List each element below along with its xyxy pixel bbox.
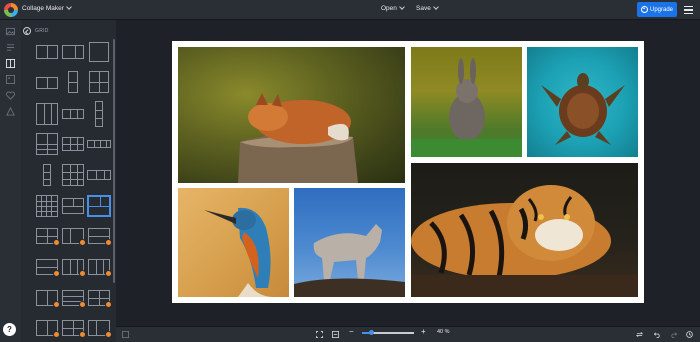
photo-wolf[interactable] — [294, 188, 405, 297]
grid-template[interactable] — [62, 137, 84, 151]
premium-lock-icon — [53, 331, 60, 338]
grid-template-premium[interactable] — [88, 290, 112, 308]
grid-template[interactable] — [36, 45, 58, 59]
actual-size-icon[interactable] — [332, 331, 339, 338]
grid-template[interactable] — [43, 164, 51, 186]
text-icon[interactable] — [6, 43, 15, 52]
grid-template-premium[interactable] — [88, 320, 112, 338]
zoom-out-button[interactable]: − — [349, 327, 354, 337]
premium-lock-icon — [105, 239, 112, 246]
grid-template[interactable] — [87, 140, 111, 148]
grid-template[interactable] — [68, 71, 78, 93]
grid-template[interactable] — [87, 170, 111, 180]
premium-lock-icon — [79, 301, 86, 308]
panel-title: GRID — [35, 28, 49, 34]
grid-template[interactable] — [95, 101, 103, 127]
grid-template[interactable] — [36, 103, 58, 125]
zoom-in-button[interactable]: + — [421, 327, 426, 337]
grid-template-premium[interactable] — [62, 290, 86, 308]
grid-template[interactable] — [62, 109, 84, 119]
grid-template-premium[interactable] — [62, 228, 86, 246]
photo-kingfisher[interactable] — [178, 188, 289, 297]
upgrade-button[interactable]: Upgrade — [637, 2, 677, 17]
premium-lock-icon — [79, 239, 86, 246]
premium-lock-icon — [105, 270, 112, 277]
grid-template-premium[interactable] — [36, 290, 60, 308]
premium-lock-icon — [105, 301, 112, 308]
grid-template-selected[interactable] — [88, 196, 110, 216]
photo-rabbit[interactable] — [411, 47, 522, 157]
chevron-down-icon — [432, 4, 439, 10]
help-button[interactable]: ? — [3, 323, 16, 336]
grid-template[interactable] — [89, 42, 109, 62]
grid-template-premium[interactable] — [62, 320, 86, 338]
history-icon[interactable] — [686, 331, 693, 338]
heart-icon[interactable] — [6, 91, 15, 100]
grid-template-premium[interactable] — [36, 259, 60, 277]
save-menu[interactable]: Save — [416, 4, 439, 12]
upgrade-label: Upgrade — [649, 6, 673, 13]
grid-template-premium[interactable] — [88, 228, 112, 246]
fit-screen-icon[interactable] — [316, 331, 323, 338]
grid-template[interactable] — [36, 77, 58, 89]
panel-scrollbar[interactable] — [113, 39, 115, 283]
undo-icon[interactable] — [654, 331, 661, 338]
icon-rail — [0, 20, 21, 342]
photo-tiger[interactable] — [411, 163, 638, 297]
redo-icon[interactable] — [670, 331, 677, 338]
app-title: Collage Maker — [22, 5, 64, 12]
premium-lock-icon — [53, 270, 60, 277]
photo-turtle[interactable] — [527, 47, 638, 157]
grid-template-premium[interactable] — [36, 320, 60, 338]
flip-icon[interactable] — [636, 331, 643, 338]
app-title-menu[interactable]: Collage Maker — [22, 4, 72, 12]
back-arrow-icon[interactable] — [23, 27, 31, 35]
grid-template[interactable] — [36, 133, 58, 155]
zoom-level-label: 40 % — [437, 329, 450, 335]
grid-template[interactable] — [62, 45, 84, 59]
zoom-slider-thumb[interactable] — [369, 330, 374, 335]
grid-template[interactable] — [36, 195, 58, 217]
premium-lock-icon — [53, 301, 60, 308]
top-bar: Collage Maker Open Save Upgrade — [0, 0, 700, 20]
app-logo[interactable] — [4, 3, 18, 17]
photo-gallery-icon[interactable] — [6, 75, 15, 84]
image-icon[interactable] — [6, 27, 15, 36]
grid-template[interactable] — [89, 71, 109, 93]
premium-lock-icon — [79, 270, 86, 277]
grid-template-premium[interactable] — [88, 259, 112, 277]
chevron-down-icon — [66, 4, 72, 10]
save-menu-label: Save — [416, 5, 431, 12]
bottom-toolbar — [116, 326, 700, 342]
open-menu-label: Open — [381, 5, 397, 12]
grid-template-premium[interactable] — [62, 259, 86, 277]
hamburger-menu-icon[interactable] — [684, 6, 693, 14]
layers-icon[interactable] — [122, 331, 129, 338]
grid-template[interactable] — [62, 164, 84, 186]
grid-template[interactable] — [62, 198, 84, 214]
premium-lock-icon — [105, 331, 112, 338]
photo-fox[interactable] — [178, 47, 405, 183]
collage-canvas — [172, 41, 644, 303]
premium-lock-icon — [53, 239, 60, 246]
grid-template-premium[interactable] — [36, 228, 60, 246]
chevron-down-icon — [399, 4, 405, 10]
upgrade-icon — [640, 6, 648, 13]
shapes-icon[interactable] — [6, 107, 15, 116]
open-menu[interactable]: Open — [381, 4, 405, 12]
layout-icon[interactable] — [6, 59, 15, 68]
premium-lock-icon — [79, 331, 86, 338]
